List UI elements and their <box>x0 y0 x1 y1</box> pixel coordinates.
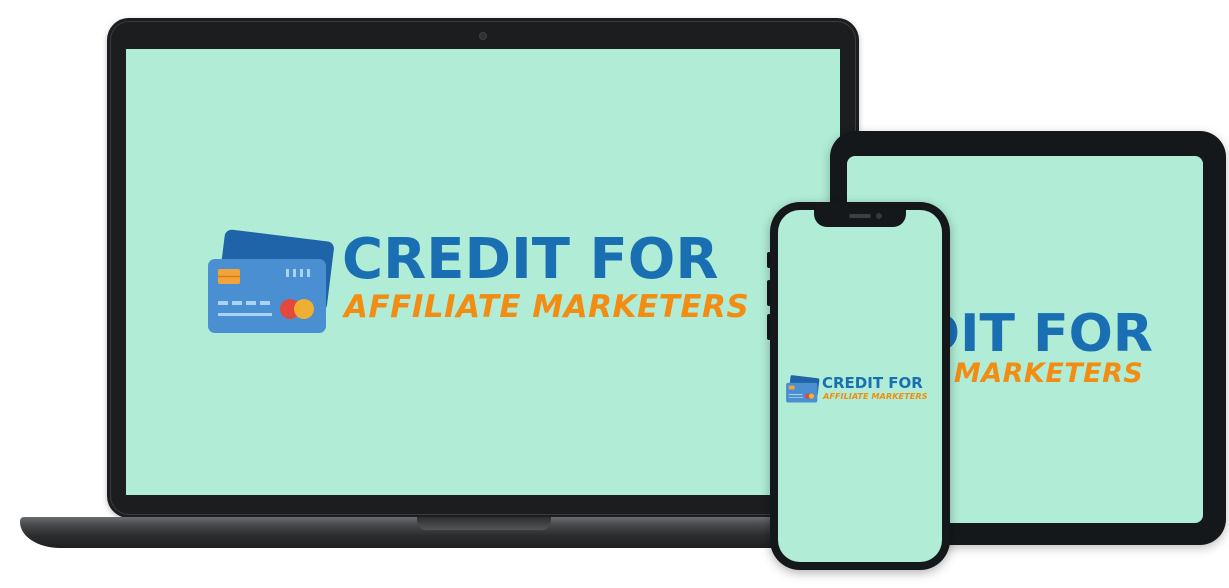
credit-cards-icon <box>208 229 334 333</box>
laptop-logo: CREDIT FOR AFFILIATE MARKETERS <box>208 227 750 339</box>
phone-camera <box>876 213 882 219</box>
logo-subtitle: AFFILIATE MARKETERS <box>344 289 750 325</box>
credit-cards-icon <box>786 375 820 403</box>
laptop-hinge-notch <box>417 517 551 530</box>
tablet-logo-title: DIT FOR <box>917 304 1153 364</box>
phone-logo-title: CREDIT FOR <box>822 374 923 392</box>
phone-logo-subtitle: AFFILIATE MARKETERS <box>823 391 928 401</box>
logo-title: CREDIT FOR <box>342 227 719 292</box>
phone-screen: CREDIT FOR AFFILIATE MARKETERS <box>778 210 942 562</box>
tablet-logo-subtitle: E MARKETERS <box>925 358 1144 389</box>
laptop-screen: CREDIT FOR AFFILIATE MARKETERS <box>126 49 840 495</box>
phone-notch <box>814 210 906 227</box>
phone-speaker <box>849 214 871 218</box>
phone-logo: CREDIT FOR AFFILIATE MARKETERS <box>786 374 936 406</box>
laptop-camera <box>480 33 486 39</box>
